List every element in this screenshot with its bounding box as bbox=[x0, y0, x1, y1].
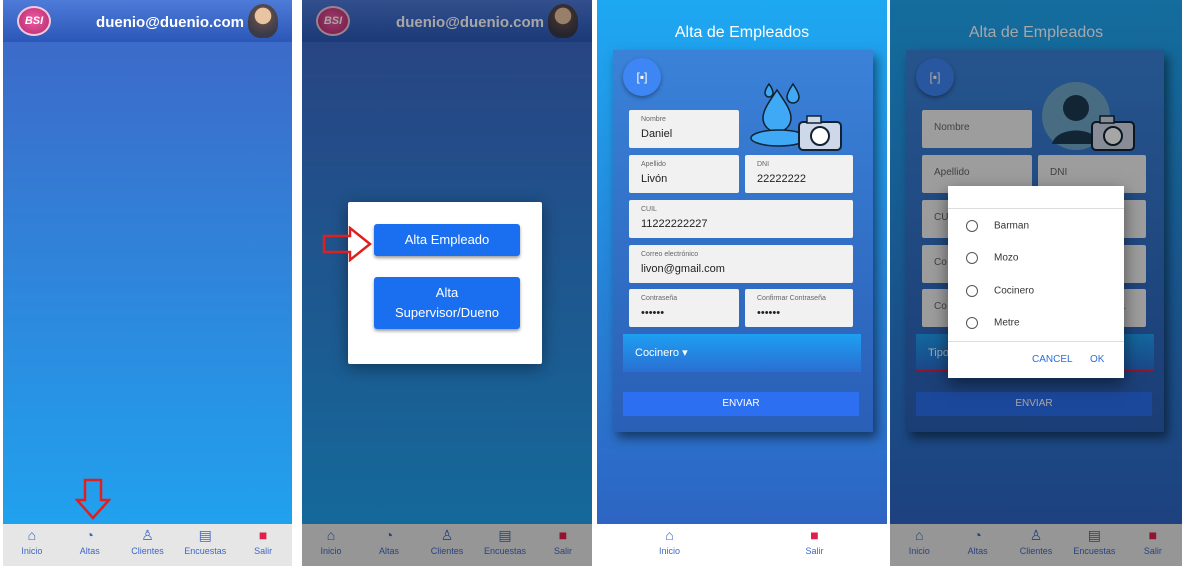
cuil-label: CUIL bbox=[641, 206, 657, 213]
dialog-divider bbox=[948, 208, 1124, 209]
cuil-value: 11222222227 bbox=[641, 218, 708, 230]
option-label: Metre bbox=[994, 317, 1020, 329]
tab-label: Inicio bbox=[21, 546, 43, 556]
altas-popup: Alta Empleado Alta Supervisor/Dueno bbox=[348, 202, 542, 364]
cancel-button[interactable]: CANCEL bbox=[1032, 354, 1073, 365]
tab-clientes[interactable]: ♙ Clientes bbox=[119, 524, 177, 566]
alta-supervisor-button[interactable]: Alta Supervisor/Dueno bbox=[374, 277, 520, 329]
confirmar-field[interactable]: Confirmar Contraseña •••••• bbox=[745, 289, 853, 327]
arrow-right-icon bbox=[322, 226, 372, 262]
contrasena-label: Contraseña bbox=[641, 295, 678, 302]
radio-icon bbox=[966, 220, 978, 232]
photo-placeholder-icon[interactable] bbox=[749, 80, 849, 152]
option-metre[interactable]: Metre bbox=[966, 317, 1020, 329]
app-logo: BSI bbox=[17, 6, 51, 36]
home-icon: ⌂ bbox=[27, 527, 37, 543]
tab-label: Salir bbox=[254, 546, 273, 556]
employee-form-card: [▪] Nombre Daniel Apellido Livón DNI 222222… bbox=[613, 50, 873, 432]
user-email: duenio@duenio.com bbox=[96, 14, 244, 31]
arrow-down-icon bbox=[75, 478, 111, 520]
dni-value: 22222222 bbox=[757, 173, 806, 185]
tab-inicio[interactable]: ⌂ Inicio bbox=[597, 524, 742, 566]
home-icon: ⌂ bbox=[665, 527, 674, 543]
contrasena-value: •••••• bbox=[641, 307, 665, 319]
tipo-value: Cocinero bbox=[635, 347, 680, 359]
screen-altas-popup: BSI duenio@duenio.com ⌂ Inicio ◔ Altas ♙ Cl… bbox=[302, 0, 592, 566]
logout-icon: ■ bbox=[810, 527, 819, 543]
enviar-button[interactable]: ENVIAR bbox=[623, 392, 859, 416]
ok-button[interactable]: OK bbox=[1090, 354, 1104, 365]
tab-salir[interactable]: ■ Salir bbox=[234, 524, 292, 566]
nombre-label: Nombre bbox=[641, 116, 666, 123]
money-icon: ▤ bbox=[198, 527, 212, 543]
screen-home-menu: BSI duenio@duenio.com ⌂ Inicio ◔ Altas ♙ Cl… bbox=[3, 0, 292, 566]
tab-label: Clientes bbox=[131, 546, 164, 556]
radio-icon bbox=[966, 252, 978, 264]
option-cocinero[interactable]: Cocinero bbox=[966, 285, 1034, 297]
confirmar-label: Confirmar Contraseña bbox=[757, 295, 826, 302]
chevron-down-icon: ▾ bbox=[679, 347, 688, 359]
qr-scan-icon[interactable]: [▪] bbox=[623, 58, 661, 96]
tab-altas[interactable]: ◔ Altas bbox=[61, 524, 119, 566]
option-label: Cocinero bbox=[994, 285, 1035, 297]
bottom-bar: ⌂ Inicio ■ Salir bbox=[597, 524, 887, 566]
option-barman[interactable]: Barman bbox=[966, 220, 1029, 232]
nombre-field[interactable]: Nombre Daniel bbox=[629, 110, 739, 148]
dni-label: DNI bbox=[757, 161, 770, 168]
alta-supervisor-line1: Alta bbox=[435, 285, 459, 300]
tipo-select[interactable]: Cocinero ▾ bbox=[623, 334, 861, 372]
correo-field[interactable]: Correo electrónico livon@gmail.com bbox=[629, 245, 853, 283]
tab-label: Salir bbox=[805, 546, 824, 556]
person-icon: ♙ bbox=[141, 527, 154, 543]
user-avatar[interactable] bbox=[248, 4, 278, 38]
screen-alta-empleados-form: Alta de Empleados [▪] Nombre Daniel Apell… bbox=[597, 0, 887, 566]
alta-supervisor-line2: Supervisor/Dueno bbox=[394, 305, 500, 320]
gauge-icon: ◔ bbox=[85, 527, 94, 543]
option-label: Mozo bbox=[994, 252, 1019, 264]
dialog-divider bbox=[948, 341, 1124, 342]
option-label: Barman bbox=[994, 220, 1030, 232]
apellido-label: Apellido bbox=[641, 161, 666, 168]
tab-inicio[interactable]: ⌂ Inicio bbox=[3, 524, 61, 566]
screen-tipo-dialog: Alta de Empleados [▪] Nombre Apellido DN… bbox=[890, 0, 1182, 566]
tab-encuestas[interactable]: ▤ Encuestas bbox=[176, 524, 234, 566]
contrasena-field[interactable]: Contraseña •••••• bbox=[629, 289, 739, 327]
correo-value: livon@gmail.com bbox=[641, 263, 725, 275]
tab-label: Encuestas bbox=[184, 546, 227, 556]
option-mozo[interactable]: Mozo bbox=[966, 252, 1018, 264]
correo-label: Correo electrónico bbox=[641, 251, 699, 258]
cuil-field[interactable]: CUIL 11222222227 bbox=[629, 200, 853, 238]
tipo-dialog: Barman Mozo Cocinero Metre CANCEL OK bbox=[948, 186, 1124, 378]
confirmar-value: •••••• bbox=[757, 307, 781, 319]
apellido-field[interactable]: Apellido Livón bbox=[629, 155, 739, 193]
tab-bar: ⌂ Inicio ◔ Altas ♙ Clientes ▤ Encuestas ■ Sal… bbox=[3, 524, 292, 566]
radio-icon bbox=[966, 285, 978, 297]
radio-icon bbox=[966, 317, 978, 329]
apellido-value: Livón bbox=[641, 173, 668, 185]
nombre-value: Daniel bbox=[641, 128, 673, 140]
alta-empleado-button[interactable]: Alta Empleado bbox=[374, 224, 520, 256]
logout-icon: ■ bbox=[258, 527, 268, 543]
page-title: Alta de Empleados bbox=[674, 24, 810, 41]
tab-label: Altas bbox=[79, 546, 100, 556]
header: BSI duenio@duenio.com bbox=[3, 0, 292, 42]
tab-label: Inicio bbox=[658, 546, 680, 556]
dni-field[interactable]: DNI 22222222 bbox=[745, 155, 853, 193]
tab-salir[interactable]: ■ Salir bbox=[742, 524, 887, 566]
